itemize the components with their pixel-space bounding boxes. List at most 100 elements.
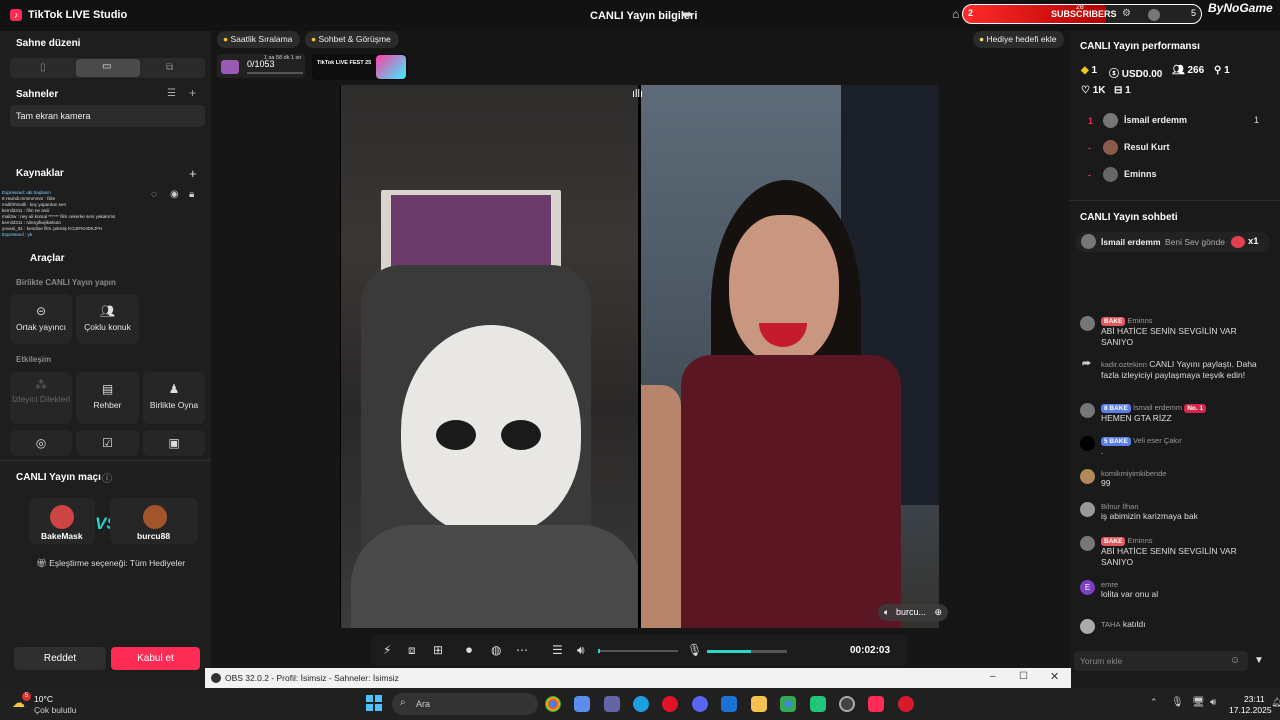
rank-name[interactable]: İsmail erdemm: [1124, 115, 1187, 125]
rank-name[interactable]: Eminns: [1124, 169, 1157, 179]
host-camera-feed: [341, 85, 641, 628]
layout-edit-icon[interactable]: ⧈: [408, 643, 416, 658]
avatar: [1080, 502, 1095, 517]
accept-button[interactable]: Kabul et: [111, 647, 200, 670]
chat-username[interactable]: Eminns: [1128, 316, 1153, 325]
chat-username[interactable]: Veli eser Çakır: [1133, 436, 1182, 445]
mic-slider[interactable]: [707, 650, 787, 653]
gift-goal-button[interactable]: ● Hediye hedefi ekle: [973, 31, 1065, 48]
audio-bars-icon[interactable]: ıllı: [632, 88, 643, 100]
comment-input[interactable]: Yorum ekle: [1074, 651, 1248, 671]
edge-icon[interactable]: [633, 696, 649, 712]
chat-username[interactable]: kadir.oztekinn: [1101, 360, 1147, 369]
chat-username[interactable]: komikmiyimkibende: [1101, 469, 1270, 478]
sliders-icon[interactable]: ☰: [552, 643, 563, 657]
stage-divider: [638, 85, 641, 628]
tiktok-logo-icon: ♪: [10, 9, 22, 21]
tab-hourly-ranking[interactable]: ● Saatlik Sıralama: [217, 31, 301, 48]
chat-message-body: Bilnur İlhan iş abimizin karizmaya bak: [1101, 502, 1270, 522]
mask-eye-left: [436, 420, 476, 450]
media-player-icon[interactable]: [898, 696, 914, 712]
folder-icon[interactable]: [751, 696, 767, 712]
discord-icon[interactable]: [692, 696, 708, 712]
tray-chevron-icon[interactable]: ⌃: [1150, 697, 1158, 708]
rank-number: -: [1088, 143, 1091, 153]
add-source-icon[interactable]: +: [189, 166, 197, 181]
lock-icon[interactable]: 🔒︎: [189, 189, 194, 200]
app-green-icon[interactable]: [810, 696, 826, 712]
chat-username[interactable]: Bilnur İlhan: [1101, 502, 1270, 511]
record-icon[interactable]: ⏺: [466, 643, 472, 658]
share-icon[interactable]: ⮫: [682, 8, 693, 23]
avatar: [1103, 167, 1118, 182]
notification-bell-icon[interactable]: 🔔︎: [1271, 697, 1280, 708]
decline-button[interactable]: Reddet: [14, 647, 106, 670]
subs-count: 2: [968, 8, 974, 18]
start-icon[interactable]: [366, 695, 382, 711]
dual-layout-icon[interactable]: ⧉: [166, 62, 173, 73]
tiktok-taskbar-icon[interactable]: [868, 696, 884, 712]
chat-bubble-icon: ●: [311, 34, 319, 44]
speaker-tray-icon[interactable]: 🔊︎: [1210, 697, 1216, 708]
effects-icon[interactable]: ◍: [491, 643, 501, 657]
guest-tag[interactable]: 🔈︎ burcu... ⊕: [878, 604, 949, 621]
match-option: 🎁︎ Eşleştirme seçeneği: Tüm Hediyeler: [36, 558, 185, 569]
portrait-layout-icon[interactable]: ▯: [40, 62, 46, 73]
chrome-icon[interactable]: [545, 696, 561, 712]
multiguest-button[interactable]: 👥︎ Çoklu konuk: [76, 294, 139, 344]
teams-icon[interactable]: [604, 696, 620, 712]
magic-wand-icon[interactable]: ⚡︎: [383, 643, 391, 657]
store-icon[interactable]: [574, 696, 590, 712]
help-icon[interactable]: ⓘ: [102, 470, 112, 485]
clock-time[interactable]: 23:11: [1244, 694, 1265, 704]
chat-username[interactable]: TAHA: [1101, 620, 1120, 629]
list-icon[interactable]: ☰: [167, 88, 176, 99]
close-icon[interactable]: ✕: [1050, 670, 1059, 683]
clock-date[interactable]: 17.12.2025: [1229, 705, 1272, 715]
target-icon[interactable]: ◌: [151, 189, 157, 200]
screen-add-icon[interactable]: ⊞: [433, 643, 443, 657]
tab-chat-meeting[interactable]: ● Sohbet & Görüşme: [305, 31, 399, 48]
rank-name[interactable]: Resul Kurt: [1124, 142, 1170, 152]
obs-taskbar-icon[interactable]: [839, 696, 855, 712]
users-icon: 👥︎: [99, 304, 116, 318]
target-icon: ◎: [35, 436, 47, 450]
guide-button[interactable]: ▤ Rehber: [76, 372, 139, 424]
emoji-icon[interactable]: ☺: [1230, 655, 1240, 666]
chat-message: BAKE Eminns ABİ HATİCE SENİN SEVGİLİN VA…: [1080, 316, 1270, 348]
sources-title: Kaynaklar: [16, 168, 64, 179]
minimize-icon[interactable]: –: [990, 671, 996, 682]
mail-icon[interactable]: [721, 696, 737, 712]
tool-item-more-3[interactable]: ▣: [143, 430, 205, 456]
volume-slider[interactable]: [598, 649, 678, 653]
chat-message: Bilnur İlhan iş abimizin karizmaya bak: [1080, 502, 1270, 522]
add-scene-icon[interactable]: +: [189, 86, 196, 100]
chat-message: 8 BAKE İsmail erdemm No. 1 HEMEN GTA RİZ…: [1080, 403, 1270, 424]
tool-item-more-2[interactable]: ☑: [76, 430, 139, 456]
play-together-button[interactable]: ♟ Birlikte Oyna: [143, 372, 205, 424]
maximize-icon[interactable]: ☐: [1019, 671, 1028, 682]
taskbar-search[interactable]: Ara: [392, 693, 538, 715]
tray-mic-icon[interactable]: 🎙︎: [1171, 697, 1184, 708]
chat-username[interactable]: emre: [1101, 580, 1270, 589]
chat-text: ABİ HATİCE SENİN SEVGİLİN VAR SANIYO: [1101, 326, 1237, 347]
network-icon[interactable]: 🖥︎: [1192, 697, 1205, 708]
home-icon[interactable]: ⌂: [952, 7, 959, 21]
scene-item-fullscreen-camera[interactable]: Tam ekran kamera: [10, 105, 205, 127]
cohost-button[interactable]: ⊝ Ortak yayıncı: [10, 294, 72, 344]
start-pane: [375, 704, 382, 711]
volume-icon[interactable]: 🔊︎: [577, 643, 585, 658]
filter-icon[interactable]: ▼: [1254, 655, 1264, 666]
guest-camera-feed: [641, 85, 939, 628]
scenes-title: Sahneler: [16, 89, 59, 100]
tool-item-more-1[interactable]: ◎: [10, 430, 72, 456]
chat-username[interactable]: İsmail erdemm: [1133, 403, 1182, 412]
viewer-wishes-button[interactable]: ⁂ İzleyici Dilekleri: [10, 372, 72, 424]
chrome-alt-icon[interactable]: [780, 696, 796, 712]
chat-username[interactable]: Eminns: [1128, 536, 1153, 545]
opera-icon[interactable]: [662, 696, 678, 712]
eye-icon[interactable]: ◉: [170, 189, 179, 200]
chat-text: .: [1101, 446, 1104, 456]
mic-icon[interactable]: 🎙︎: [687, 643, 702, 657]
more-icon[interactable]: ⋯: [516, 643, 528, 657]
